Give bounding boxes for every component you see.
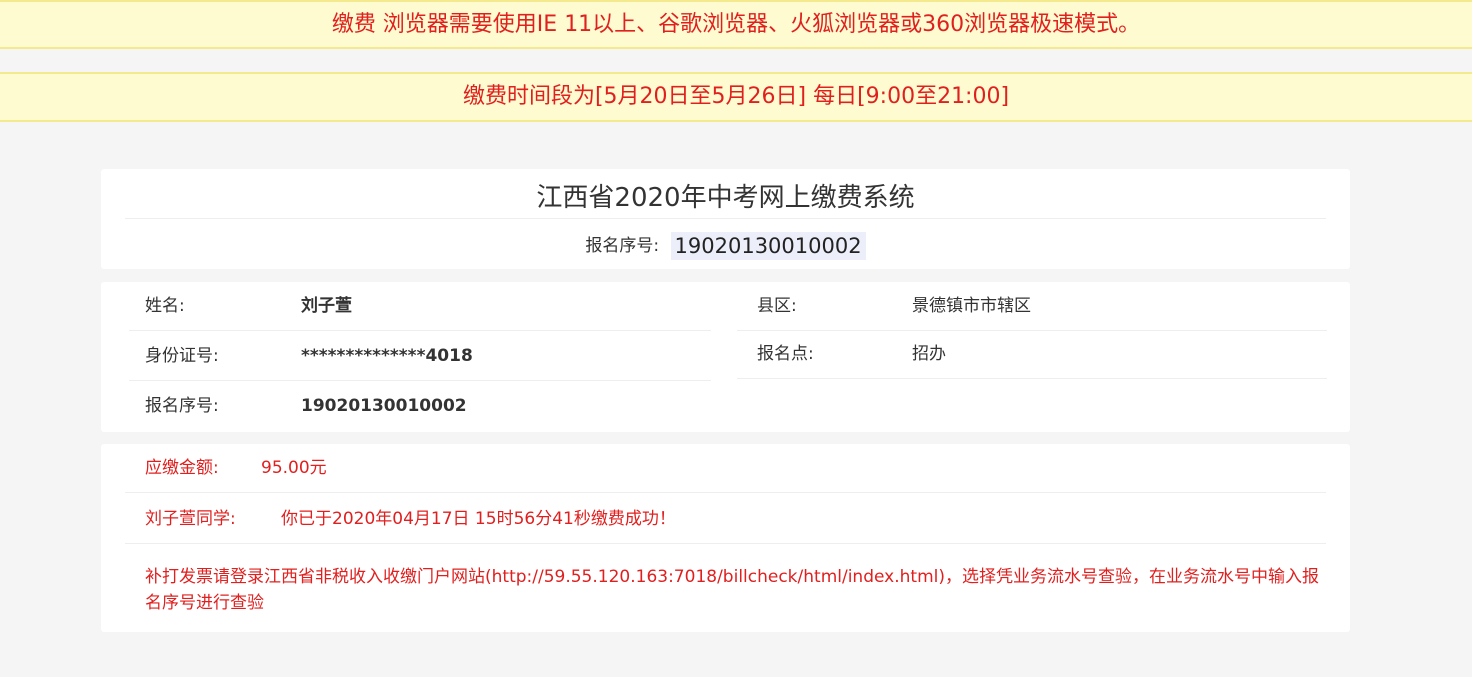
browser-notice: 缴费 浏览器需要使用IE 11以上、谷歌浏览器、火狐浏览器或360浏览器极速模式… xyxy=(0,0,1472,49)
info-row-site: 报名点: 招办 xyxy=(737,330,1327,379)
amount-value: 95.00元 xyxy=(261,458,327,478)
county-label: 县区: xyxy=(757,296,797,316)
browser-notice-text: 缴费 浏览器需要使用IE 11以上、谷歌浏览器、火狐浏览器或360浏览器极速模式… xyxy=(331,12,1141,37)
info-serial-label: 报名序号: xyxy=(145,396,219,416)
name-label: 姓名: xyxy=(145,296,185,316)
header-serial-value: 19020130010002 xyxy=(670,232,866,260)
amount-label: 应缴金额: xyxy=(145,458,219,478)
status-row: 刘子萱同学: 你已于2020年04月17日 15时56分41秒缴费成功！ xyxy=(125,493,1326,544)
county-value: 景德镇市市辖区 xyxy=(912,296,1031,316)
student-info-card: 姓名: 刘子萱 身份证号: **************4018 报名序号: 1… xyxy=(101,282,1350,432)
page-title: 江西省2020年中考网上缴费系统 xyxy=(536,183,915,213)
payment-status-message: 你已于2020年04月17日 15时56分41秒缴费成功！ xyxy=(281,509,676,529)
site-value: 招办 xyxy=(912,344,946,364)
site-label: 报名点: xyxy=(757,344,814,364)
payment-period-text: 缴费时间段为[5月20日至5月26日] 每日[9:00至21:00] xyxy=(462,84,1010,109)
payment-period-notice: 缴费时间段为[5月20日至5月26日] 每日[9:00至21:00] xyxy=(0,72,1472,122)
name-value: 刘子萱 xyxy=(301,296,352,316)
info-row-id: 身份证号: **************4018 xyxy=(129,332,711,381)
info-row-name: 姓名: 刘子萱 xyxy=(129,282,711,331)
amount-row: 应缴金额: 95.00元 xyxy=(125,444,1326,493)
id-value: **************4018 xyxy=(301,346,473,366)
header-serial-row: 报名序号: 19020130010002 xyxy=(101,231,1350,261)
header-card: 江西省2020年中考网上缴费系统 报名序号: 19020130010002 xyxy=(101,169,1350,269)
info-row-county: 县区: 景德镇市市辖区 xyxy=(737,282,1327,331)
info-serial-value: 19020130010002 xyxy=(301,396,467,416)
header-serial-label: 报名序号: xyxy=(585,236,660,256)
info-row-serial: 报名序号: 19020130010002 xyxy=(129,382,711,431)
id-label: 身份证号: xyxy=(145,346,219,366)
header-divider xyxy=(125,218,1326,219)
payment-card: 应缴金额: 95.00元 刘子萱同学: 你已于2020年04月17日 15时56… xyxy=(101,444,1350,632)
invoice-note: 补打发票请登录江西省非税收入收缴门户网站(http://59.55.120.16… xyxy=(145,567,1319,613)
student-label: 刘子萱同学: xyxy=(145,509,236,529)
